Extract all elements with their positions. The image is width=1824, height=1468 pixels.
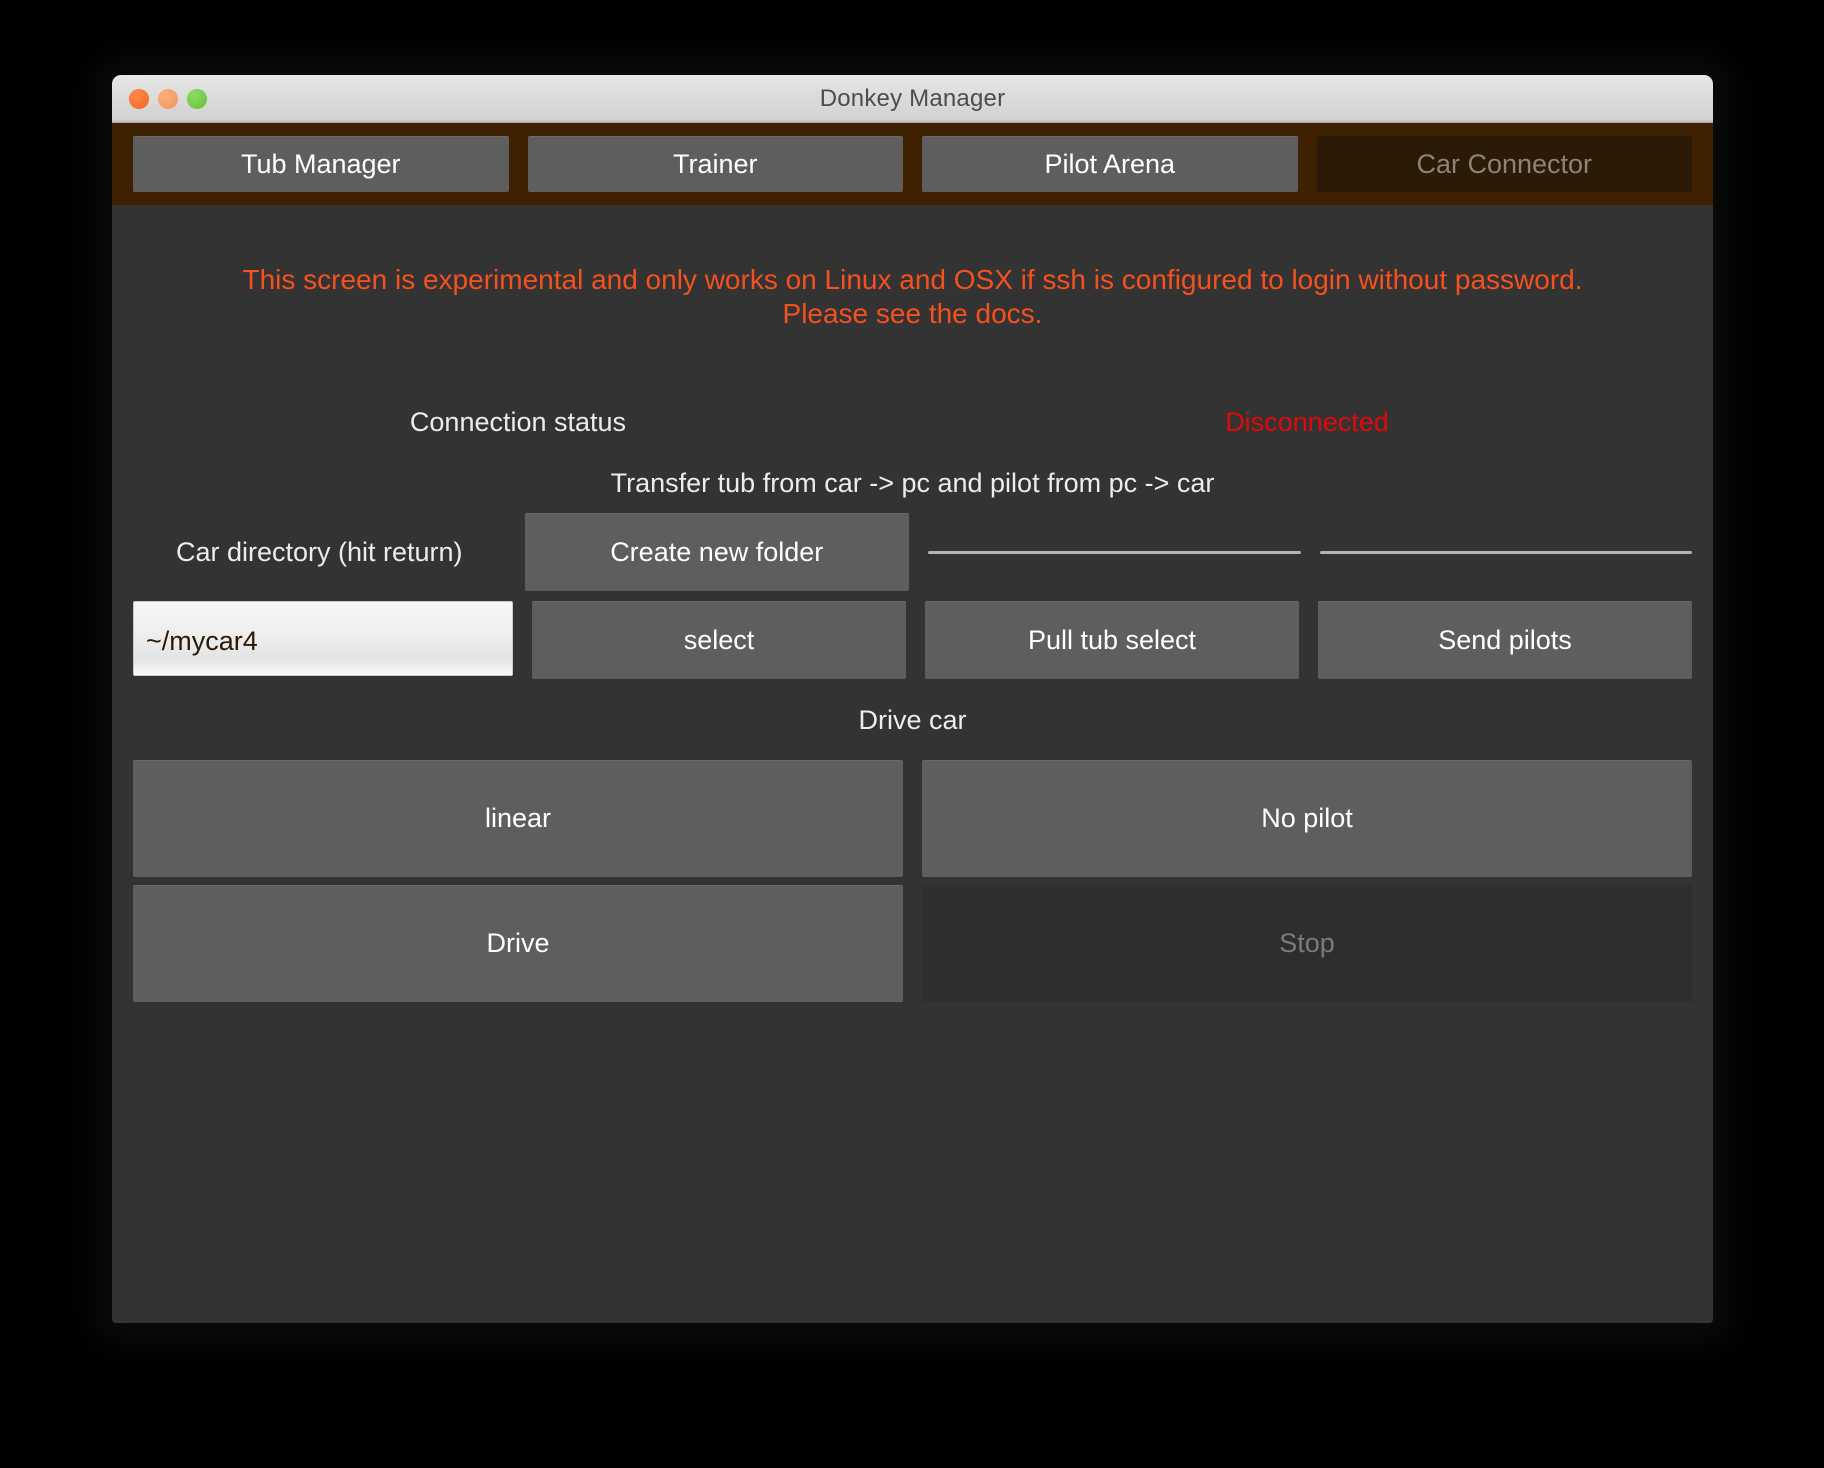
create-new-folder-button[interactable]: Create new folder	[524, 513, 909, 592]
connection-status-label: Connection status	[409, 406, 627, 437]
tab-tub-manager[interactable]: Tub Manager	[133, 136, 509, 192]
pull-tub-select-button[interactable]: Pull tub select	[925, 601, 1299, 680]
select-button[interactable]: select	[532, 601, 906, 680]
car-directory-input-wrap	[133, 601, 513, 679]
tab-trainer[interactable]: Trainer	[527, 136, 903, 192]
car-connector-panel: This screen is experimental and only wor…	[112, 263, 1713, 1323]
drive-options-row: linear No pilot	[133, 760, 1692, 878]
pilot-choice-button[interactable]: No pilot	[922, 760, 1692, 878]
drive-controls-row: Drive Stop	[133, 885, 1692, 1003]
tab-bar: Tub Manager Trainer Pilot Arena Car Conn…	[112, 123, 1713, 205]
actions-row: select Pull tub select Send pilots	[133, 601, 1692, 680]
drive-car-heading: Drive car	[858, 705, 967, 736]
car-directory-input[interactable]	[133, 601, 513, 677]
car-directory-label: Car directory (hit return)	[175, 536, 463, 567]
send-pilots-progress-cell	[1319, 513, 1692, 591]
screen: Donkey Manager Tub Manager Trainer Pilot…	[0, 0, 1824, 1468]
connection-status-label-cell: Connection status	[133, 393, 903, 451]
app-window: Donkey Manager Tub Manager Trainer Pilot…	[112, 75, 1713, 1323]
tab-car-connector[interactable]: Car Connector	[1316, 136, 1692, 192]
connection-status-value-cell: Disconnected	[922, 393, 1692, 451]
transfer-heading: Transfer tub from car -> pc and pilot fr…	[610, 467, 1215, 498]
stop-button: Stop	[922, 885, 1692, 1003]
title-bar: Donkey Manager	[112, 75, 1713, 123]
pull-tub-progress-cell	[928, 513, 1301, 591]
tab-pilot-arena[interactable]: Pilot Arena	[922, 136, 1298, 192]
car-directory-label-cell: Car directory (hit return)	[133, 513, 506, 591]
experimental-warning: This screen is experimental and only wor…	[242, 264, 1583, 330]
send-pilots-button[interactable]: Send pilots	[1318, 601, 1692, 680]
connection-status-badge: Disconnected	[1225, 406, 1389, 437]
pilot-type-button[interactable]: linear	[133, 760, 903, 878]
connection-status-row: Connection status Disconnected	[133, 393, 1692, 451]
transfer-heading-row: Transfer tub from car -> pc and pilot fr…	[133, 457, 1692, 509]
pull-tub-progress-bar	[928, 550, 1301, 554]
window-title: Donkey Manager	[819, 84, 1006, 112]
directory-row: Car directory (hit return) Create new fo…	[133, 513, 1692, 592]
send-pilots-progress-bar	[1319, 550, 1692, 554]
drive-button[interactable]: Drive	[133, 885, 903, 1003]
